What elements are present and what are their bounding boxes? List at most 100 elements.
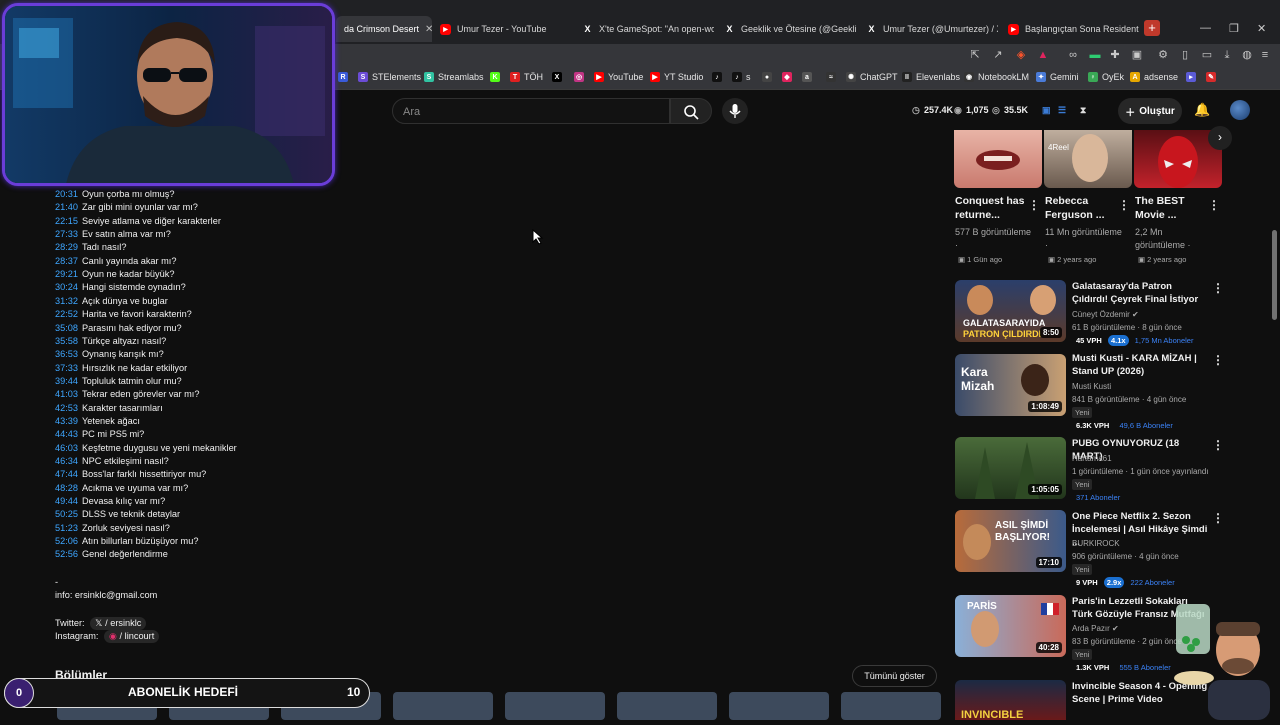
chapter-timestamp-link[interactable]: 46:34 [55, 456, 78, 466]
bookmark-item[interactable]: ▸ [1186, 72, 1200, 82]
video-thumbnail[interactable]: ASIL ŞİMDİ BAŞLIYOR! 17:10 [955, 510, 1066, 572]
bookmark-item[interactable]: T TÖH [510, 72, 543, 82]
channel-name[interactable]: Arda Pazır ✔ [1072, 624, 1119, 633]
download-icon[interactable]: ⤓ [1220, 48, 1234, 62]
voice-search-button[interactable] [722, 98, 748, 124]
search-button[interactable] [670, 98, 712, 124]
bookmark-item[interactable]: ✺ ChatGPT [846, 72, 898, 82]
chapter-timestamp-link[interactable]: 28:29 [55, 242, 78, 252]
new-tab-button[interactable]: + [1144, 20, 1160, 36]
chapter-timestamp-link[interactable]: 49:44 [55, 496, 78, 506]
short-thumbnail[interactable]: 4Reel [1044, 130, 1132, 188]
chapter-timestamp-link[interactable]: 42:53 [55, 403, 78, 413]
chapter-thumbnail[interactable] [617, 692, 717, 720]
chapter-timestamp-link[interactable]: 21:40 [55, 202, 78, 212]
tab-x-umurtezer[interactable]: X Umur Tezer (@Umurtezer) / X [858, 16, 998, 42]
more-options-icon[interactable]: ⋮ [1208, 198, 1220, 212]
bookmark-item[interactable]: ◉ NotebookLM [964, 72, 1029, 82]
bookmark-item[interactable]: ≈ [826, 72, 840, 82]
wallet-icon[interactable]: ▭ [1200, 48, 1214, 62]
chapter-timestamp-link[interactable]: 22:52 [55, 309, 78, 319]
chapter-timestamp-link[interactable]: 35:08 [55, 323, 78, 333]
chapter-timestamp-link[interactable]: 35:58 [55, 336, 78, 346]
video-thumbnail[interactable]: 1:05:05 [955, 437, 1066, 499]
bookmark-item[interactable]: K [490, 72, 504, 82]
chapter-timestamp-link[interactable]: 47:44 [55, 469, 78, 479]
puzzle-icon[interactable]: ✚ [1108, 48, 1122, 62]
chapter-timestamp-link[interactable]: 46:03 [55, 443, 78, 453]
short-title[interactable]: Rebecca Ferguson ... [1045, 194, 1115, 222]
more-options-icon[interactable]: ⋮ [1212, 353, 1224, 367]
chapter-timestamp-link[interactable]: 44:43 [55, 429, 78, 439]
chapter-timestamp-link[interactable]: 30:24 [55, 282, 78, 292]
video-thumbnail[interactable]: Kara Mizah 1:08:49 [955, 354, 1066, 416]
avatar[interactable] [1230, 100, 1250, 120]
tab-umur-tezer-youtube[interactable]: ▶ Umur Tezer - YouTube [432, 16, 572, 42]
video-thumbnail[interactable]: PARİS 40:28 [955, 595, 1066, 657]
bookmark-item[interactable]: ♪ [712, 72, 726, 82]
chapter-timestamp-link[interactable]: 52:56 [55, 549, 78, 559]
create-button[interactable]: ＋ Oluştur [1118, 98, 1182, 124]
tab-crimson-desert[interactable]: da Crimson Desert ✕ [336, 16, 432, 42]
share-icon[interactable]: ↗ [991, 48, 1005, 62]
chapter-thumbnail[interactable] [729, 692, 829, 720]
short-title[interactable]: Conquest has returne... [955, 194, 1025, 222]
chapter-timestamp-link[interactable]: 22:15 [55, 216, 78, 226]
extensions-icon[interactable]: ⚙ [1156, 48, 1170, 62]
chapter-thumbnail[interactable] [841, 692, 941, 720]
hourglass-icon[interactable]: ⧗ [1080, 105, 1086, 116]
video-title[interactable]: Musti Kusti - KARA MİZAH | Stand UP (202… [1072, 352, 1210, 378]
tab-x-gamespot[interactable]: X X'te GameSpot: "An open-worl [574, 16, 714, 42]
video-thumbnail[interactable]: INVINCIBLE [955, 680, 1066, 720]
rewards-icon[interactable]: ▲ [1036, 48, 1050, 62]
bookmark-item[interactable]: ✎ [1206, 72, 1220, 82]
next-arrow-button[interactable]: › [1208, 126, 1232, 150]
chapter-timestamp-link[interactable]: 31:32 [55, 296, 78, 306]
video-title[interactable]: Galatasaray'da Patron Çıldırdı! Çeyrek F… [1072, 280, 1210, 306]
chapter-timestamp-link[interactable]: 52:06 [55, 536, 78, 546]
bookmark-item[interactable]: ✦ Gemini [1036, 72, 1079, 82]
scrollbar[interactable] [1272, 230, 1277, 320]
more-options-icon[interactable]: ⋮ [1212, 438, 1224, 452]
chapter-timestamp-link[interactable]: 51:23 [55, 523, 78, 533]
search-input[interactable]: Ara [392, 98, 670, 124]
instagram-link[interactable]: ◉ / lincourt [103, 630, 160, 643]
menu-icon[interactable]: ≡ [1258, 48, 1272, 62]
vpn-icon[interactable]: ◍ [1240, 48, 1254, 62]
channel-name[interactable]: Musti Kusti [1072, 382, 1111, 391]
bookmark-item[interactable]: ◆ [782, 72, 796, 82]
chapter-timestamp-link[interactable]: 36:53 [55, 349, 78, 359]
bookmark-item[interactable]: Aadsense [1130, 72, 1178, 82]
close-window-icon[interactable]: ✕ [1257, 22, 1266, 35]
short-title[interactable]: The BEST Movie ... [1135, 194, 1205, 222]
chapter-timestamp-link[interactable]: 48:28 [55, 483, 78, 493]
video-thumbnail[interactable]: GALATASARAYIDA PATRON ÇILDIRDI 8:50 [955, 280, 1066, 342]
chapter-timestamp-link[interactable]: 50:25 [55, 509, 78, 519]
chapter-timestamp-link[interactable]: 27:33 [55, 229, 78, 239]
chapter-timestamp-link[interactable]: 41:03 [55, 389, 78, 399]
chapter-timestamp-link[interactable]: 39:44 [55, 376, 78, 386]
more-options-icon[interactable]: ⋮ [1212, 281, 1224, 295]
extension-icon[interactable]: ▣ [1130, 48, 1144, 62]
more-options-icon[interactable]: ⋮ [1028, 198, 1040, 212]
bookmark-item[interactable]: R [338, 72, 352, 82]
bookmark-item[interactable]: ♀ OyEk [1088, 72, 1124, 82]
short-thumbnail[interactable] [954, 130, 1042, 188]
bookmark-item[interactable]: ◎ [574, 72, 588, 82]
extension-icon[interactable]: ▬ [1088, 48, 1102, 62]
notifications-icon[interactable]: 🔔 [1194, 102, 1210, 118]
maximize-icon[interactable]: ❐ [1229, 22, 1239, 35]
chapter-timestamp-link[interactable]: 20:31 [55, 189, 78, 199]
extension-icon[interactable]: ☰ [1058, 105, 1066, 116]
chapter-timestamp-link[interactable]: 43:39 [55, 416, 78, 426]
brave-shield-icon[interactable]: ◈ [1014, 48, 1028, 62]
minimize-icon[interactable]: — [1200, 22, 1211, 34]
chapter-thumbnail[interactable] [505, 692, 605, 720]
sidebar-icon[interactable]: ▯ [1178, 48, 1192, 62]
tab-resident-evil[interactable]: ▶ Başlangıçtan Sona Resident Ev [1000, 16, 1140, 42]
tab-x-geeklik[interactable]: X Geeklik ve Ötesine (@GeeklikO [716, 16, 856, 42]
channel-name[interactable]: Hartama61 [1072, 454, 1112, 463]
chapter-timestamp-link[interactable]: 29:21 [55, 269, 78, 279]
show-all-button[interactable]: Tümünü göster [852, 665, 937, 687]
bookmark-item[interactable]: ▶ YouTube [594, 72, 643, 82]
